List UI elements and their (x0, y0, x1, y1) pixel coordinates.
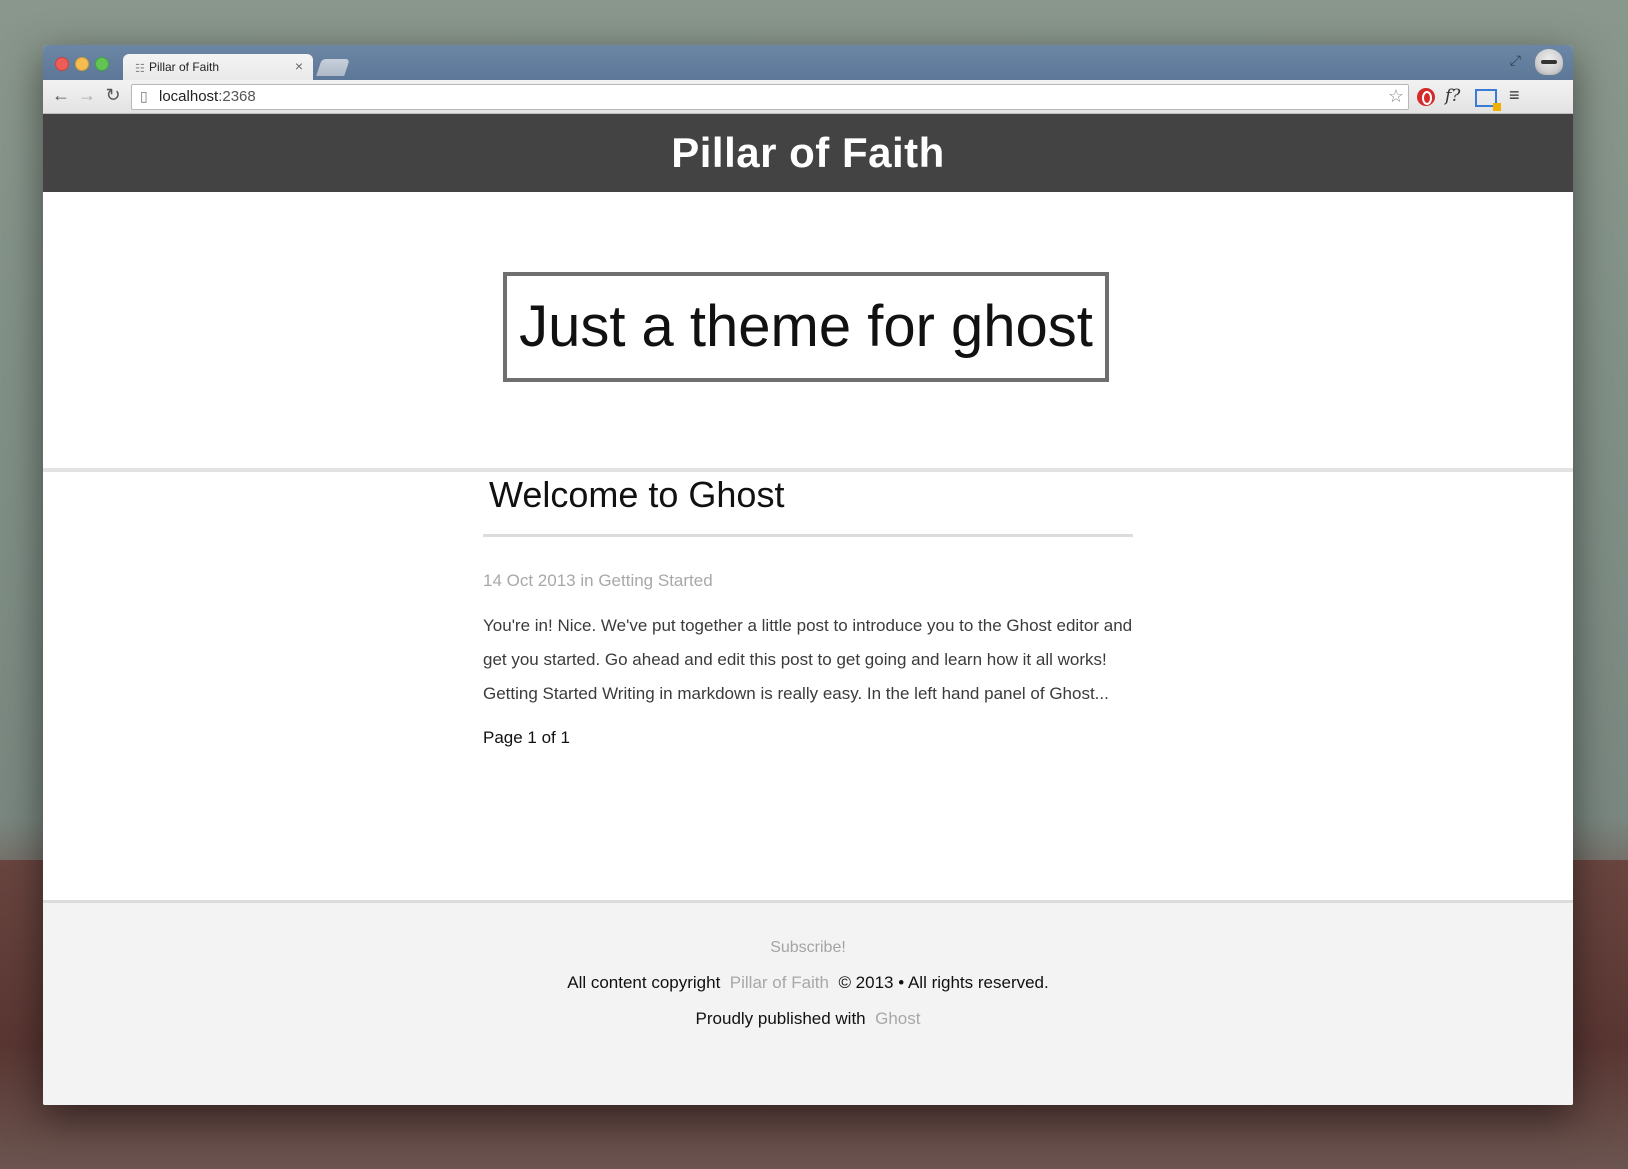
page-icon: ▯ (140, 88, 148, 104)
font-extension-icon[interactable]: f? (1445, 86, 1460, 106)
published-prefix: Proudly published with (695, 1009, 866, 1028)
tab-strip: ☷ Pillar of Faith × ⤢ (43, 45, 1573, 80)
back-arrow-icon[interactable]: ← (49, 85, 73, 106)
copyright-site-link[interactable]: Pillar of Faith (730, 973, 829, 992)
post-date: 14 Oct 2013 (483, 571, 576, 590)
copyright-prefix: All content copyright (567, 973, 721, 992)
opera-extension-icon[interactable] (1417, 88, 1435, 106)
cast-extension-icon[interactable] (1475, 89, 1501, 111)
tab-pillar-of-faith[interactable]: ☷ Pillar of Faith × (123, 54, 313, 80)
copyright-line: All content copyright Pillar of Faith © … (43, 973, 1573, 993)
subscribe-link[interactable]: Subscribe! (43, 939, 1573, 957)
post-tag-link[interactable]: Getting Started (598, 571, 712, 590)
browser-window: ☷ Pillar of Faith × ⤢ ← → ↻ ▯ localhost:… (43, 45, 1573, 1105)
site-title[interactable]: Pillar of Faith (671, 114, 945, 192)
page-favicon-icon: ☷ (135, 63, 145, 75)
tagline-box: Just a theme for ghost (503, 272, 1109, 382)
incognito-icon (1535, 49, 1563, 75)
tab-title: Pillar of Faith (149, 60, 220, 74)
minimize-window-button[interactable] (75, 57, 89, 71)
new-tab-button[interactable] (316, 59, 350, 76)
bookmark-star-icon[interactable]: ☆ (1388, 86, 1404, 107)
post-title[interactable]: Welcome to Ghost (483, 474, 1133, 537)
post-excerpt: You're in! Nice. We've put together a li… (483, 616, 1133, 703)
close-window-button[interactable] (55, 57, 69, 71)
address-bar[interactable]: ▯ localhost:2368 ☆ (131, 84, 1409, 110)
tab-close-icon[interactable]: × (295, 58, 303, 74)
copyright-suffix: © 2013 • All rights reserved. (838, 973, 1049, 992)
site-footer: Subscribe! All content copyright Pillar … (43, 900, 1573, 1105)
reload-icon[interactable]: ↻ (101, 85, 125, 106)
browser-toolbar: ← → ↻ ▯ localhost:2368 ☆ f? ≡ (43, 80, 1573, 114)
post-list: Welcome to Ghost 14 Oct 2013 in Getting … (483, 474, 1133, 748)
zoom-window-button[interactable] (95, 57, 109, 71)
menu-icon[interactable]: ≡ (1509, 85, 1520, 106)
published-line: Proudly published with Ghost (43, 1009, 1573, 1029)
ghost-link[interactable]: Ghost (875, 1009, 920, 1028)
post-meta: 14 Oct 2013 in Getting Started (483, 571, 1133, 591)
site-header: Pillar of Faith (43, 114, 1573, 192)
post-item: Welcome to Ghost 14 Oct 2013 in Getting … (483, 474, 1133, 711)
hero-section: Just a theme for ghost (43, 192, 1573, 472)
pagination: Page 1 of 1 (483, 728, 570, 747)
restore-icon[interactable]: ⤢ (1510, 52, 1521, 69)
web-page: Pillar of Faith Just a theme for ghost W… (43, 114, 1573, 1105)
post-meta-in: in (580, 571, 594, 590)
forward-arrow-icon[interactable]: → (75, 85, 99, 106)
url-text[interactable]: localhost:2368 (159, 88, 256, 105)
site-tagline: Just a theme for ghost (519, 294, 1093, 359)
